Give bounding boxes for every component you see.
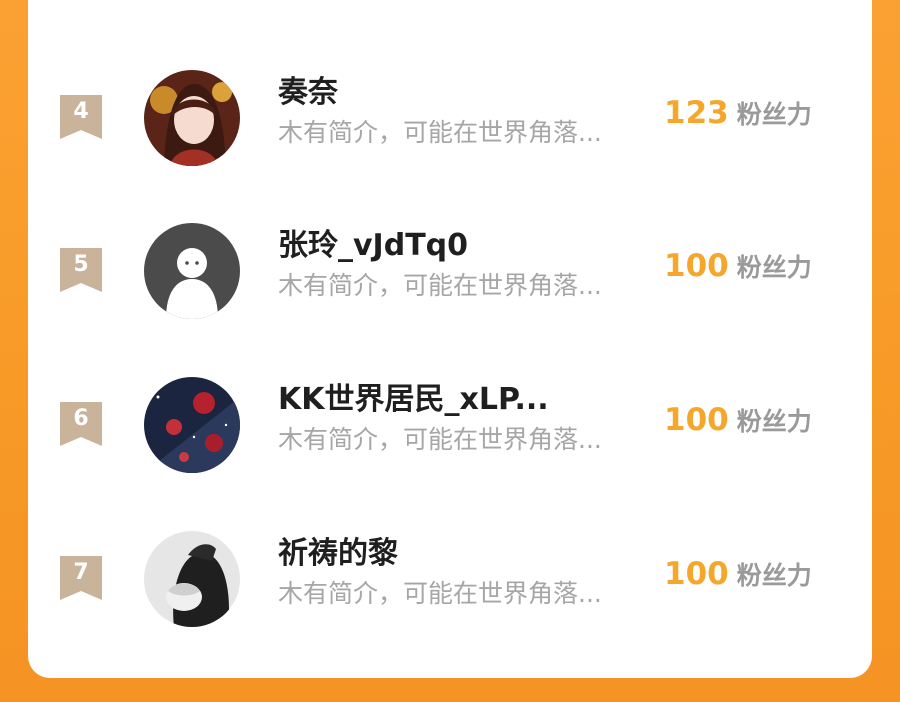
rank-number: 5 xyxy=(73,252,89,277)
fans-power: 100 粉丝力 xyxy=(664,248,812,289)
user-name[interactable]: 奏奈 xyxy=(278,73,338,113)
fans-count: 100 xyxy=(664,402,729,438)
fans-power: 100 粉丝力 xyxy=(664,556,812,597)
user-name[interactable]: 祈祷的黎 xyxy=(278,534,398,574)
rank-ribbon-icon: 7 xyxy=(60,556,102,600)
ranking-row[interactable]: 7 祈祷的黎 木有简介，可能在世界角落... 100 粉丝力 xyxy=(28,516,872,636)
user-bio: 木有简介，可能在世界角落... xyxy=(278,425,602,454)
ranking-row[interactable]: 6 KK世界居民_xLP... 木有简介，可能在世界角落... 100 粉丝力 xyxy=(28,362,872,482)
fans-label: 粉丝力 xyxy=(736,253,812,282)
fan-ranking-card: 4 奏奈 木有简介，可能在世界角落... 123 粉丝力 5 张玲_vJdTq0… xyxy=(28,0,872,678)
fans-power: 123 粉丝力 xyxy=(664,95,812,136)
ranking-row[interactable]: 4 奏奈 木有简介，可能在世界角落... 123 粉丝力 xyxy=(28,55,872,175)
rank-number: 6 xyxy=(73,406,89,431)
rank-ribbon-icon: 5 xyxy=(60,248,102,292)
fans-count: 100 xyxy=(664,248,729,284)
fans-count: 100 xyxy=(664,556,729,592)
fans-count: 123 xyxy=(664,95,729,131)
fans-label: 粉丝力 xyxy=(736,407,812,436)
avatar[interactable] xyxy=(144,70,240,166)
fans-power: 100 粉丝力 xyxy=(664,402,812,443)
avatar[interactable] xyxy=(144,377,240,473)
default-avatar[interactable] xyxy=(144,223,240,319)
rank-ribbon-icon: 4 xyxy=(60,95,102,139)
ranking-row[interactable]: 5 张玲_vJdTq0 木有简介，可能在世界角落... 100 粉丝力 xyxy=(28,208,872,328)
user-bio: 木有简介，可能在世界角落... xyxy=(278,118,602,147)
avatar[interactable] xyxy=(144,531,240,627)
rank-number: 7 xyxy=(73,560,89,585)
fans-label: 粉丝力 xyxy=(736,561,812,590)
user-bio: 木有简介，可能在世界角落... xyxy=(278,271,602,300)
rank-number: 4 xyxy=(73,99,89,124)
user-bio: 木有简介，可能在世界角落... xyxy=(278,579,602,608)
user-name[interactable]: 张玲_vJdTq0 xyxy=(278,226,468,266)
rank-ribbon-icon: 6 xyxy=(60,402,102,446)
user-name[interactable]: KK世界居民_xLP... xyxy=(278,380,549,420)
fans-label: 粉丝力 xyxy=(736,100,812,129)
